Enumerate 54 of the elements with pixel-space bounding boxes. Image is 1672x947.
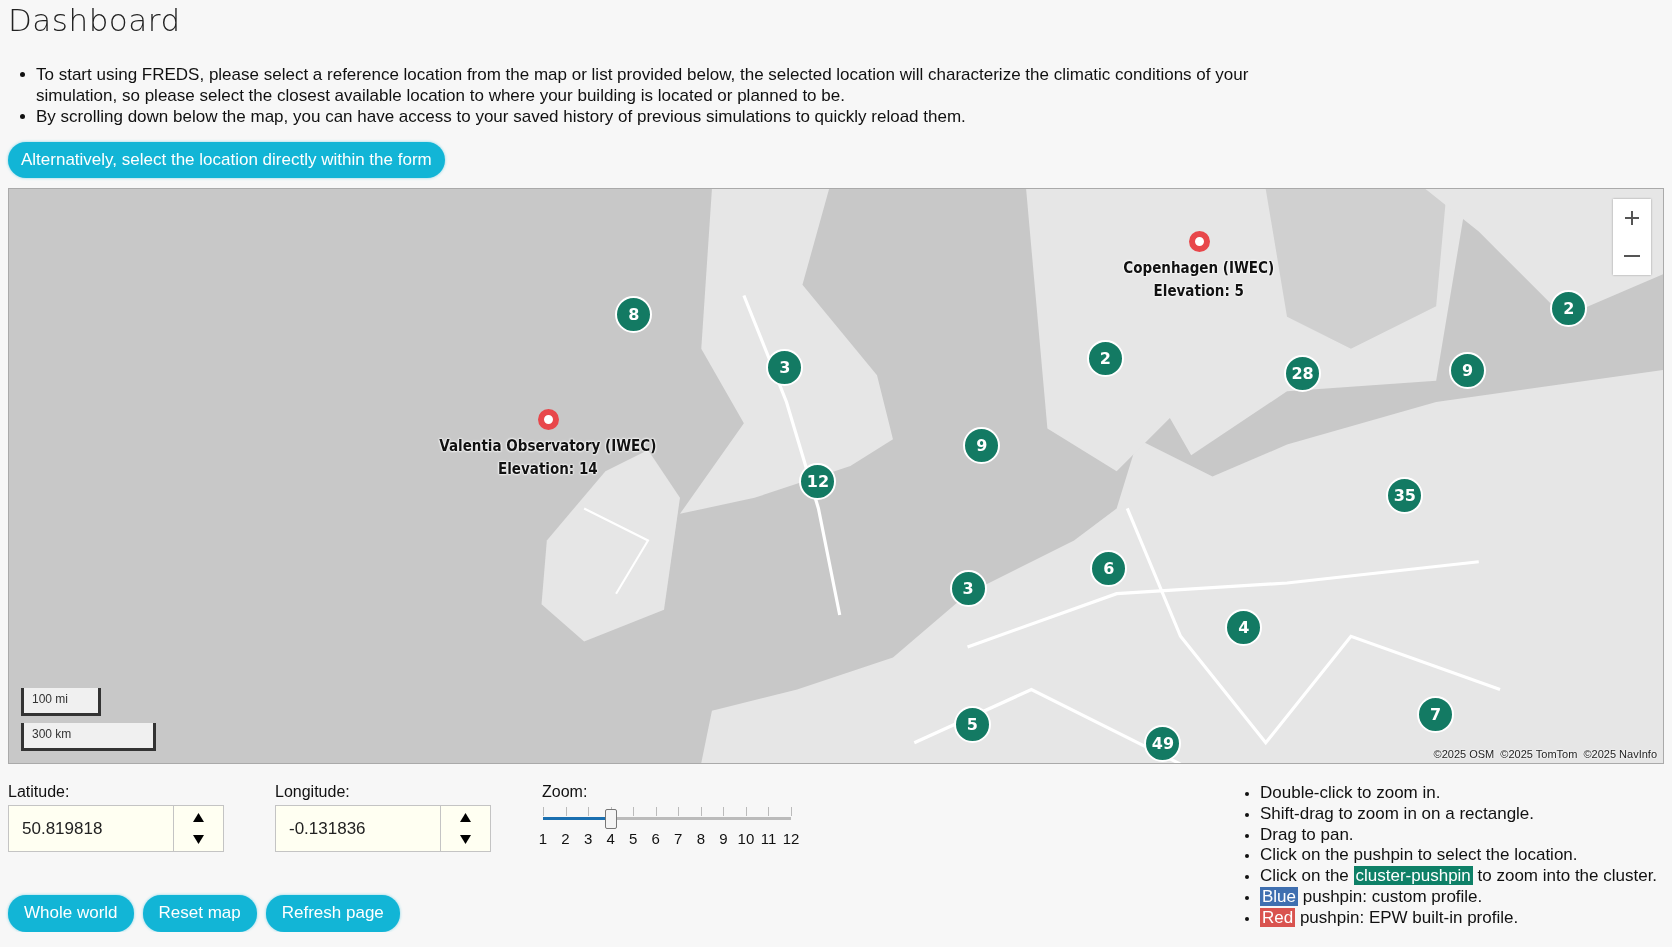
elevation-label: Elevation: 14	[498, 459, 598, 480]
map-attribution: ©2025 OSM ©2025 TomTom ©2025 NavInfo	[1433, 748, 1657, 760]
bullet-icon	[1245, 896, 1249, 900]
plus-icon	[1624, 210, 1640, 226]
tick-label: 9	[719, 830, 728, 847]
latitude-field[interactable]: 50.819818	[8, 805, 174, 852]
tick-label: 10	[737, 830, 755, 847]
tick-label: 1	[538, 830, 548, 847]
help-text: Red pushpin: EPW built-in profile.	[1260, 907, 1519, 927]
bullet-icon	[1245, 812, 1249, 817]
bullet-icon	[20, 72, 25, 77]
bullet-icon	[1245, 854, 1249, 859]
zoom-in-button[interactable]	[1613, 199, 1651, 237]
intro-text: By scrolling down below the map, you can have access to your saved history of previous simulations to quickly reload them.	[36, 107, 966, 126]
tick-label: 11	[760, 830, 777, 847]
down-arrow-icon	[193, 835, 204, 844]
longitude-field[interactable]: -0.131836	[275, 805, 441, 852]
page-title: Dashboard	[8, 1, 182, 40]
tick-label: 6	[651, 830, 660, 847]
spinner-control[interactable]	[441, 805, 491, 852]
scale-bar: 300 km	[21, 723, 156, 751]
zoom-slider[interactable]	[543, 805, 791, 829]
pushpin-label: Copenhagen (IWEC)	[1123, 258, 1275, 280]
tick-label: 2	[561, 830, 570, 847]
spinner-control[interactable]	[174, 805, 224, 852]
bullet-icon	[1245, 916, 1249, 921]
minus-icon	[1624, 255, 1640, 257]
scale-bar: 100 mi	[21, 688, 101, 716]
zoom-out-button[interactable]	[1613, 237, 1651, 275]
elevation-label: Elevation: 5	[1153, 281, 1244, 303]
pushpin-label: Valentia Observatory (IWEC)	[439, 436, 657, 457]
latitude-label: Latitude:	[8, 783, 71, 802]
tick-label: 8	[696, 830, 705, 847]
bullet-icon	[1245, 875, 1249, 880]
help-text: Double-click to zoom in.	[1260, 783, 1441, 802]
help-text: Click on the pushpin to select the location.	[1260, 845, 1578, 865]
help-text: Shift-drag to zoom in on a rectangle.	[1260, 803, 1535, 823]
tick-label: 4	[606, 830, 615, 847]
longitude-label: Longitude:	[275, 783, 351, 802]
up-arrow-icon	[460, 813, 471, 822]
tick-label: 5	[629, 830, 638, 847]
zoom-label: Zoom:	[542, 783, 589, 802]
tick-label: 7	[674, 830, 683, 847]
bullet-icon	[20, 114, 25, 119]
tick-label: 3	[583, 830, 593, 847]
bullet-icon	[1245, 792, 1249, 796]
tick-label: 12	[782, 830, 800, 847]
up-arrow-icon	[193, 813, 204, 822]
down-arrow-icon	[460, 835, 471, 844]
help-text: Blue pushpin: custom profile.	[1260, 887, 1483, 906]
intro-text: To start using FREDS, please select a reference location from the map or list provided below, the selected location will characterize the climatic conditions of your simulation, so please select the closest available location to where your building is located or planned to be.	[36, 65, 1249, 105]
help-text: Click on the cluster-pushpin to zoom into the cluster.	[1260, 866, 1658, 886]
bullet-icon	[1245, 833, 1249, 838]
help-text: Drag to pan.	[1260, 824, 1354, 844]
